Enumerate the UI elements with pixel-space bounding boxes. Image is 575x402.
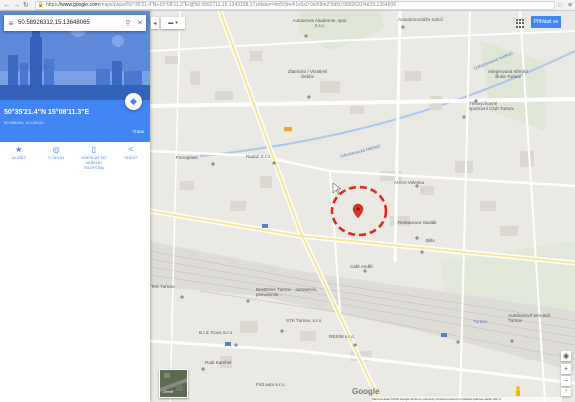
layers-dropdown[interactable]: ▬ ▾	[161, 17, 185, 29]
map-label[interactable]: Autodemontáže Kalců	[398, 17, 443, 22]
map-label[interactable]: TeK Turnov	[151, 284, 174, 289]
lock-icon: 🔒	[37, 2, 45, 8]
place-header-card: 50°35'21.4"N 15°08'11.3"E 50.589263, 15.…	[0, 93, 150, 142]
share-icon: <	[128, 145, 134, 154]
share-button[interactable]: < SDÍLET	[116, 144, 146, 174]
map-label[interactable]: Autobusové terminál Turnov	[508, 313, 554, 323]
menu-icon[interactable]: ≡	[4, 19, 18, 28]
search-icon[interactable]: ⚲	[122, 19, 134, 27]
map-label[interactable]: AHHA Velenka	[394, 180, 424, 185]
save-button[interactable]: ★ ULOŽIT	[4, 144, 34, 174]
route-button[interactable]: ◆	[125, 93, 142, 110]
map-label[interactable]: Café Anděl	[350, 264, 372, 269]
map-label[interactable]: Fritt auto s.r.o.	[256, 382, 285, 387]
place-decimal-coordinates: 50.589263, 15.136481	[4, 120, 45, 125]
target-icon: ◉	[562, 353, 570, 360]
google-logo: Google	[352, 387, 380, 396]
address-bar[interactable]: 🔒 https://www.google.com/maps/place/50°3…	[34, 0, 555, 10]
forward-icon[interactable]: →	[13, 2, 20, 9]
phone-icon: ▯	[91, 145, 96, 154]
nearby-icon: ◎	[52, 145, 60, 154]
share-label: SDÍLET	[124, 155, 139, 160]
nearby-label: V OKOLÍ	[48, 155, 65, 160]
layers-icon: ▬	[168, 20, 174, 26]
map-label[interactable]: Integrovaná střední škola Turnov	[483, 69, 533, 79]
map-label[interactable]: STK Turnov, s.r.o.	[286, 318, 322, 323]
close-icon[interactable]: ✕	[134, 19, 146, 27]
search-input[interactable]: 50.58926312,15.13648065	[18, 20, 122, 26]
collapse-panel-button[interactable]: ◂	[151, 17, 159, 29]
my-location-button[interactable]: ◉	[561, 351, 571, 361]
action-bar: ★ ULOŽIT ◎ V OKOLÍ ▯ ODESLAT DO VAŠEHO T…	[0, 144, 150, 174]
collapse-controls-button[interactable]: ⌃	[561, 388, 571, 396]
map-label[interactable]: B.r.d. Kovo S.r.o.	[199, 330, 233, 335]
route-label[interactable]: Trasa	[133, 129, 144, 134]
browser-menu-icon[interactable]: ≡	[565, 2, 575, 9]
url-scheme: https	[46, 2, 57, 8]
url-host: ://www.google.com	[56, 2, 99, 8]
apps-grid-icon[interactable]	[516, 19, 525, 28]
chevron-icon: ⌃	[563, 389, 569, 395]
map-label[interactable]: Radač S.r.o.	[246, 154, 271, 159]
place-panel: ≡ 50.58926312,15.13648065 ⚲ ✕ 50°35'21.4…	[0, 11, 150, 402]
place-coordinates: 50°35'21.4"N 15°08'11.3"E	[4, 109, 90, 116]
satellite-label: Země	[163, 389, 174, 394]
zoom-in-button[interactable]: +	[561, 364, 571, 374]
map-footer: Mapová data ©2016 Google Smluvní podmínk…	[372, 397, 562, 402]
satellite-toggle[interactable]: Země	[159, 369, 188, 398]
zoom-out-button[interactable]: −	[561, 376, 571, 386]
nearby-button[interactable]: ◎ V OKOLÍ	[41, 144, 71, 174]
browser-toolbar: ← → ↻ 🔒 https://www.google.com/maps/plac…	[0, 0, 575, 11]
sign-in-button[interactable]: Přihlásit se	[531, 16, 561, 28]
map-label[interactable]: BestDrive Turnov - autoservis, pneuservi…	[256, 287, 326, 297]
url-path: /maps/place/50°35'21.4"N+15°08'11.3"E/@5…	[98, 2, 396, 8]
map-label[interactable]: Fornaplast	[176, 155, 198, 160]
map-label[interactable]: Rudi Karcher	[205, 360, 232, 365]
send-to-phone-button[interactable]: ▯ ODESLAT DO VAŠEHO TELEFONU	[79, 144, 109, 174]
chevron-down-icon: ▾	[175, 20, 178, 26]
map-label[interactable]: Tělovýchovné sportovní Club Turnov	[469, 101, 517, 111]
directions-icon: ◆	[130, 96, 137, 106]
chevron-left-icon: ◂	[153, 20, 157, 27]
bookmark-star-icon[interactable]: ☆	[555, 1, 565, 9]
save-label: ULOŽIT	[11, 155, 26, 160]
map-label[interactable]: Turnov	[473, 319, 487, 324]
map-label[interactable]: Zlatnicko / Vlastimil Šebíle	[285, 69, 330, 79]
star-icon: ★	[15, 145, 23, 154]
send-to-phone-label: ODESLAT DO VAŠEHO TELEFONU	[81, 155, 107, 170]
reload-icon[interactable]: ↻	[23, 1, 29, 9]
search-box[interactable]: ≡ 50.58926312,15.13648065 ⚲ ✕	[4, 15, 146, 31]
plus-icon: +	[563, 365, 569, 373]
map-label[interactable]: Restaurace Skalák	[398, 220, 437, 225]
minus-icon: −	[563, 377, 569, 385]
pegman-icon[interactable]	[514, 386, 522, 397]
map-label[interactable]: RESIM s.r.o.	[329, 334, 355, 339]
map-label[interactable]: Autoservis Akademie, spol. s.r.o.	[290, 18, 350, 28]
back-icon[interactable]: ←	[3, 2, 10, 9]
map-label[interactable]: Billa	[426, 238, 435, 243]
